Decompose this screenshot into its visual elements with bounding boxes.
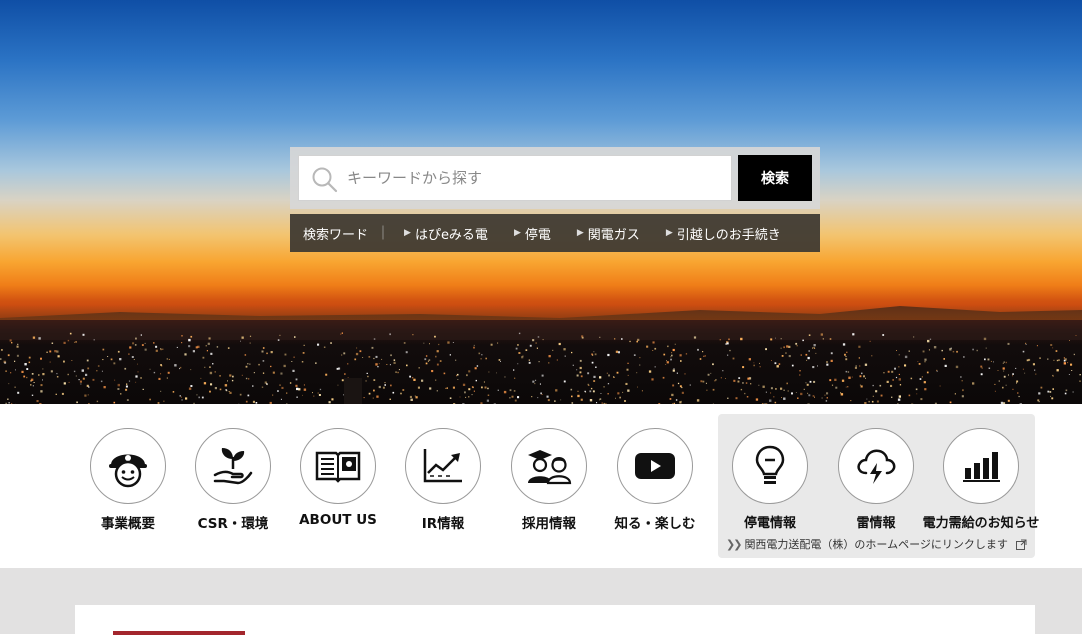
- external-link-icon: [1016, 539, 1027, 550]
- double-chevron-right-icon: ❯❯: [726, 538, 740, 551]
- nav-item-about-us[interactable]: ABOUT US: [286, 428, 390, 538]
- nav-item-ir[interactable]: IR情報: [391, 428, 495, 538]
- search-button[interactable]: 検索: [738, 155, 812, 201]
- light-bulb-icon: [747, 443, 793, 489]
- chevron-right-icon: ▶: [514, 228, 521, 238]
- nav-label: IR情報: [422, 512, 464, 532]
- external-link-note-text: 関西電力送配電（株）のホームページにリンクします: [744, 536, 1007, 552]
- chevron-right-icon: ▶: [404, 228, 411, 238]
- keyword-link-kanden-gas[interactable]: ▶ 関電ガス: [577, 224, 640, 243]
- search-keywords-label: 検索ワード: [303, 224, 368, 243]
- category-tag: [113, 631, 245, 635]
- plant-hand-icon: [210, 443, 256, 489]
- nav-icon-circle: [511, 428, 587, 504]
- main-nav: 事業概要 CSR・環境 A: [0, 404, 1082, 568]
- play-button-icon: [632, 443, 678, 489]
- chevron-right-icon: ▶: [666, 228, 673, 238]
- nav-label: 停電情報: [744, 512, 796, 531]
- line-chart-icon: [420, 443, 466, 489]
- nav-item-thunder-info[interactable]: 雷情報: [824, 428, 928, 538]
- lower-section: [0, 568, 1082, 634]
- separator: ｜: [376, 223, 390, 243]
- hero-banner: 検索 検索ワード ｜ ▶ はぴeみる電 ▶ 停電 ▶ 関電ガス ▶ 引越しのお手…: [0, 0, 1082, 404]
- thunder-cloud-icon: [853, 443, 899, 489]
- power-info-panel: 停電情報 雷情報 電力需給のお知らせ: [718, 414, 1035, 558]
- chevron-right-icon: ▶: [577, 228, 584, 238]
- nav-icon-circle: [90, 428, 166, 504]
- nav-label: ABOUT US: [299, 512, 377, 528]
- nav-label: CSR・環境: [198, 512, 269, 532]
- nav-icon-circle: [195, 428, 271, 504]
- news-card: [75, 605, 1035, 634]
- graduates-icon: [524, 443, 574, 489]
- nav-icon-circle: [617, 428, 693, 504]
- keyword-link-moving[interactable]: ▶ 引越しのお手続き: [666, 224, 781, 243]
- nav-label: 採用情報: [522, 512, 576, 532]
- search-input[interactable]: [347, 156, 727, 200]
- nav-icon-circle: [732, 428, 808, 504]
- nav-icon-circle: [300, 428, 376, 504]
- search-icon: [311, 166, 339, 194]
- nav-label: 事業概要: [101, 512, 155, 532]
- external-link-note[interactable]: ❯❯ 関西電力送配電（株）のホームページにリンクします: [726, 536, 1030, 552]
- nav-label: 雷情報: [856, 512, 895, 531]
- search-panel: 検索: [290, 147, 820, 209]
- nav-item-csr[interactable]: CSR・環境: [181, 428, 285, 538]
- nav-item-outage-info[interactable]: 停電情報: [718, 428, 822, 538]
- open-book-icon: [313, 443, 363, 489]
- worker-helmet-icon: [105, 443, 151, 489]
- nav-item-supply-demand[interactable]: 電力需給のお知らせ: [929, 428, 1033, 538]
- nav-item-enjoy[interactable]: 知る・楽しむ: [603, 428, 707, 538]
- bar-chart-icon: [958, 443, 1004, 489]
- nav-icon-circle: [838, 428, 914, 504]
- search-keywords-bar: 検索ワード ｜ ▶ はぴeみる電 ▶ 停電 ▶ 関電ガス ▶ 引越しのお手続き: [290, 214, 820, 252]
- search-box: [298, 155, 732, 201]
- nav-icon-circle: [943, 428, 1019, 504]
- nav-item-business[interactable]: 事業概要: [76, 428, 180, 538]
- nav-icon-circle: [405, 428, 481, 504]
- keyword-link-teiden[interactable]: ▶ 停電: [514, 224, 551, 243]
- nav-label: 電力需給のお知らせ: [923, 512, 1040, 531]
- nav-label: 知る・楽しむ: [615, 512, 696, 532]
- nav-item-recruit[interactable]: 採用情報: [497, 428, 601, 538]
- keyword-link-hapiemiruden[interactable]: ▶ はぴeみる電: [404, 224, 488, 243]
